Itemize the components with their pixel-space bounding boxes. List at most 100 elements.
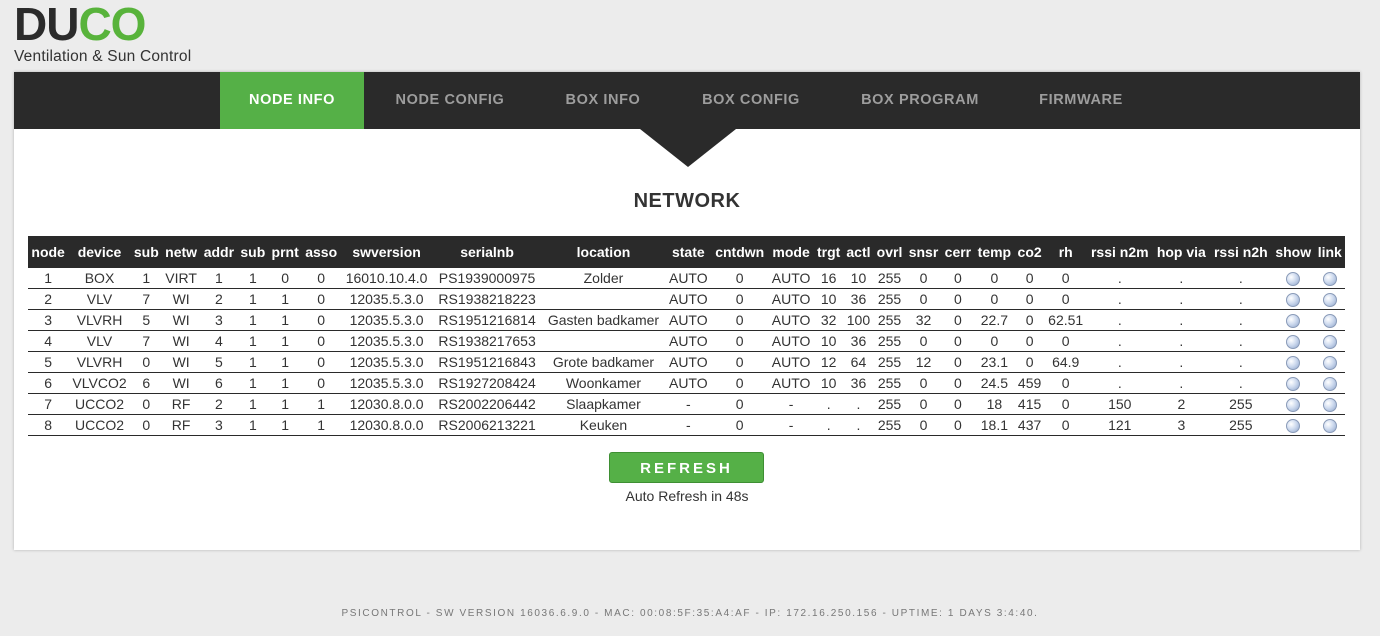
table-cell: 0 (130, 351, 162, 373)
table-cell: 24.5 (974, 372, 1015, 394)
table-cell: 16010.10.4.0 (340, 268, 433, 289)
table-cell: 0 (1044, 414, 1087, 436)
table-cell: 0 (301, 351, 341, 373)
link-globe-dot-icon[interactable] (1322, 314, 1337, 329)
column-header: co2 (1014, 236, 1045, 268)
show-globe-dot-icon[interactable] (1286, 293, 1301, 308)
table-cell-show (1271, 330, 1315, 352)
column-header: addr (200, 236, 238, 268)
table-cell: 1 (268, 414, 302, 436)
table-cell: 0 (301, 330, 341, 352)
table-cell: 62.51 (1044, 309, 1087, 331)
table-cell: . (813, 414, 844, 436)
table-cell: AUTO (768, 268, 814, 289)
table-cell: 1 (268, 351, 302, 373)
tab-box-info[interactable]: BOX INFO (536, 72, 670, 129)
show-globe-dot-icon[interactable] (1286, 377, 1301, 392)
table-row: 8 UCCO2 0 RF 3 1 1 1 12030.8.0.0 RS2006213221 Keuk… (28, 414, 1345, 436)
table-cell: 255 (873, 268, 906, 289)
table-cell: VLVRH (68, 309, 131, 331)
table-cell: AUTO (768, 288, 814, 310)
link-globe-dot-icon[interactable] (1322, 293, 1337, 308)
table-cell: 0 (974, 268, 1015, 289)
tab-firmware[interactable]: FIRMWARE (1008, 72, 1154, 129)
table-cell: 0 (301, 372, 341, 394)
table-header-row: node device sub netw addr sub prnt asso swversio… (28, 236, 1345, 268)
table-cell: 1 (268, 288, 302, 310)
table-cell: 0 (974, 288, 1015, 310)
table-cell: . (1086, 309, 1153, 331)
column-header: netw (161, 236, 201, 268)
table-cell: 459 (1014, 372, 1045, 394)
link-globe-dot-icon[interactable] (1322, 398, 1337, 413)
refresh-button[interactable]: REFRESH (609, 452, 764, 483)
column-header: mode (768, 236, 814, 268)
table-cell: . (843, 414, 874, 436)
link-globe-dot-icon[interactable] (1322, 335, 1337, 350)
table-cell: 0 (941, 288, 975, 310)
table-cell: 1 (237, 372, 269, 394)
link-globe-dot-icon[interactable] (1322, 377, 1337, 392)
column-header: rssi n2h (1209, 236, 1272, 268)
table-cell: PS1939000975 (432, 268, 542, 289)
column-header: cerr (941, 236, 975, 268)
table-cell: 0 (711, 372, 769, 394)
section-title: NETWORK (633, 190, 741, 212)
table-cell: 0 (1044, 288, 1087, 310)
show-globe-dot-icon[interactable] (1286, 398, 1301, 413)
link-globe-dot-icon[interactable] (1322, 356, 1337, 371)
show-globe-dot-icon[interactable] (1286, 272, 1301, 287)
table-cell: 0 (941, 309, 975, 331)
top-navbar: NODE INFO NODE CONFIG BOX INFO BOX CONFI… (14, 72, 1360, 129)
table-cell (541, 330, 666, 352)
table-cell: . (1209, 288, 1272, 310)
table-cell: 0 (711, 414, 769, 436)
table-cell: 0 (130, 393, 162, 415)
table-cell: RS1938218223 (432, 288, 542, 310)
table-cell: 5 (130, 309, 162, 331)
show-globe-dot-icon[interactable] (1286, 335, 1301, 350)
table-cell: 10 (843, 268, 874, 289)
table-cell: UCCO2 (68, 393, 131, 415)
table-cell: 255 (873, 414, 906, 436)
table-cell: VLVCO2 (68, 372, 131, 394)
table-cell: Grote badkamer (541, 351, 666, 373)
table-cell: 32 (905, 309, 942, 331)
link-globe-dot-icon[interactable] (1322, 419, 1337, 434)
show-globe-dot-icon[interactable] (1286, 419, 1301, 434)
table-cell: AUTO (665, 330, 712, 352)
table-cell: 0 (941, 393, 975, 415)
table-cell-link (1314, 330, 1345, 352)
table-cell: 0 (301, 288, 341, 310)
table-cell: 10 (813, 330, 844, 352)
table-cell: AUTO (665, 372, 712, 394)
show-globe-dot-icon[interactable] (1286, 356, 1301, 371)
table-row: 3 VLVRH 5 WI 3 1 1 0 12035.5.3.0 RS1951216814 Gast… (28, 309, 1345, 331)
table-cell: 255 (873, 309, 906, 331)
table-cell-link (1314, 288, 1345, 310)
table-cell: Zolder (541, 268, 666, 289)
tab-node-info[interactable]: NODE INFO (220, 72, 364, 129)
table-cell: 0 (1014, 351, 1045, 373)
table-cell: 0 (905, 372, 942, 394)
column-header: sub (130, 236, 162, 268)
table-body: 1 BOX 1 VIRT 1 1 0 0 16010.10.4.0 PS1939000975 Zol… (28, 268, 1345, 436)
table-cell: 64.9 (1044, 351, 1087, 373)
tab-node-config[interactable]: NODE CONFIG (364, 72, 536, 129)
table-cell-link (1314, 372, 1345, 394)
table-cell: 0 (130, 414, 162, 436)
table-cell: 255 (1209, 414, 1272, 436)
network-table: node device sub netw addr sub prnt asso swversio… (28, 236, 1345, 436)
table-cell: . (1209, 268, 1272, 289)
tab-box-program[interactable]: BOX PROGRAM (832, 72, 1008, 129)
table-cell: 12 (813, 351, 844, 373)
table-cell: 415 (1014, 393, 1045, 415)
show-globe-dot-icon[interactable] (1286, 314, 1301, 329)
table-cell: 10 (813, 288, 844, 310)
link-globe-dot-icon[interactable] (1322, 272, 1337, 287)
table-cell-link (1314, 393, 1345, 415)
table-cell: 12035.5.3.0 (340, 309, 433, 331)
table-cell: 0 (1014, 309, 1045, 331)
table-row: 2 VLV 7 WI 2 1 1 0 12035.5.3.0 RS1938218223 AUTO 0 A… (28, 288, 1345, 310)
tab-box-config[interactable]: BOX CONFIG (670, 72, 832, 129)
